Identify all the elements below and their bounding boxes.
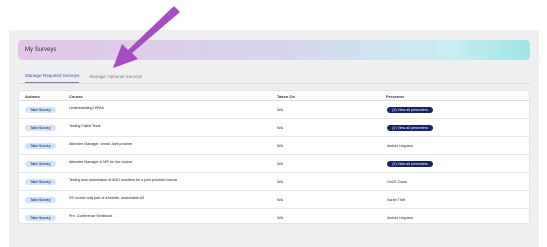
presenter-name: Andoni Urquiaru [387,216,413,220]
presenter-name: OnCE Zoom [387,180,407,184]
table-row: Take Survey Testing auto submission of AG… [19,173,529,191]
course-name: Understanding HIPAA [69,106,104,110]
course-name: Attendee Manager, virutal Joint provider [69,142,133,146]
course-name: Attendee Manager & NPI for live course [69,160,133,164]
column-header-taken-on: Taken On [277,94,295,99]
take-survey-button[interactable]: Take Survey [25,143,56,149]
column-header-actions: Actions [25,94,40,99]
take-survey-button[interactable]: Take Survey [25,125,56,131]
take-survey-button[interactable]: Take Survey [25,161,56,167]
page-title: My Surveys [25,47,57,53]
course-name: Testing auto submission of AGD numbers f… [69,178,178,182]
taken-on-value: N/A [277,198,283,202]
tab-manage-required-surveys[interactable]: Manage Required Surveys [25,73,80,83]
presenter-name: Andoni Urquiaru [387,144,413,148]
taken-on-value: N/A [277,180,283,184]
view-all-presenters-button[interactable]: (2) View all presenters [387,161,433,167]
taken-on-value: N/A [277,126,283,130]
arrow-pointer-icon [113,6,180,68]
column-header-course: Course [69,94,83,99]
taken-on-value: N/A [277,108,283,112]
table-row: Take Survey SS course only part of a bund… [19,191,529,209]
course-name: SS course only part of a bundle, searcha… [69,196,145,200]
survey-tabs: Manage Required Surveys Manage Optional … [18,65,530,83]
table-row: Take Survey Attendee Manager, virutal Joi… [19,137,529,155]
taken-on-value: N/A [277,216,283,220]
taken-on-value: N/A [277,162,283,166]
presenter-name: Sarah Thiel [387,198,406,202]
take-survey-button[interactable]: Take Survey [25,107,56,113]
course-name: Testing Failed Tests [69,124,101,128]
table-row: Take Survey Pre- Conference Workbook N/A An… [19,209,529,227]
take-survey-button[interactable]: Take Survey [25,197,56,203]
column-header-presenter: Presenter [386,94,405,99]
take-survey-button[interactable]: Take Survey [25,215,56,221]
taken-on-value: N/A [277,144,283,148]
view-all-presenters-button[interactable]: (2) View all presenters [387,125,433,131]
take-survey-button[interactable]: Take Survey [25,179,56,185]
tabs-divider [18,83,530,84]
table-row: Take Survey Understanding HIPAA N/A (3) Vie… [19,101,529,119]
table-row: Take Survey Attendee Manager & NPI for li… [19,155,529,173]
surveys-table: Actions Course Taken On Presenter Take S… [18,90,530,224]
page-header: My Surveys [18,40,530,60]
table-row: Take Survey Testing Failed Tests N/A (2) Vi… [19,119,529,137]
table-header: Actions Course Taken On Presenter [19,91,529,101]
view-all-presenters-button[interactable]: (3) View all presenters [387,107,433,113]
course-name: Pre- Conference Workbook [69,214,113,218]
